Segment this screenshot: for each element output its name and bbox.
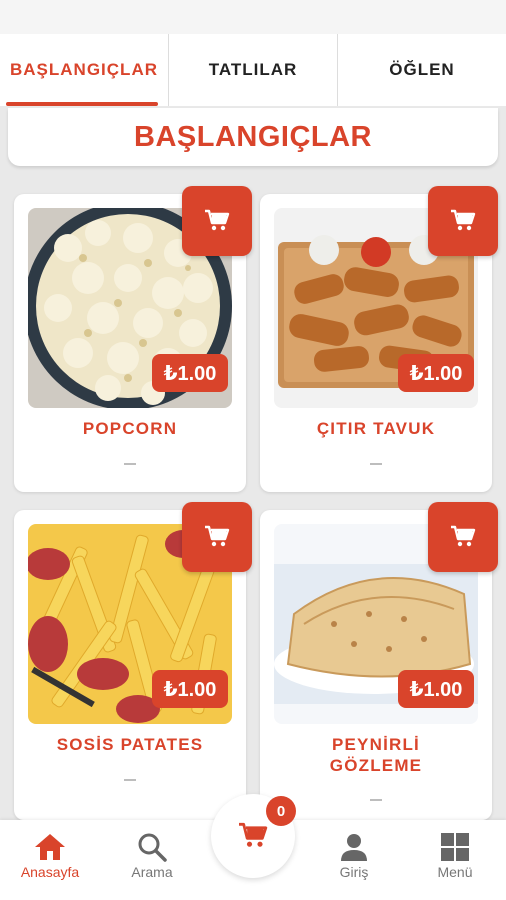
product-name: POPCORN (82, 419, 178, 438)
price-badge: ₺1.00 (152, 670, 228, 708)
product-description (124, 779, 136, 781)
product-name: PEYNİRLİ GÖZLEME (329, 735, 423, 775)
cart-count-badge: 0 (266, 796, 296, 826)
nav-label: Giriş (339, 864, 369, 880)
product-card[interactable]: ₺1.00 ÇITIR TAVUK (260, 186, 498, 492)
add-to-cart-button[interactable] (182, 502, 252, 572)
nav-menu[interactable]: Menü (405, 830, 505, 880)
price-badge: ₺1.00 (152, 354, 228, 392)
product-name: ÇITIR TAVUK (316, 419, 436, 438)
product-description (370, 799, 382, 801)
nav-home[interactable]: Anasayfa (0, 830, 100, 880)
person-icon (341, 834, 367, 861)
nav-label: Arama (131, 864, 173, 880)
product-card[interactable]: ₺1.00 PEYNİRLİ GÖZLEME (260, 502, 498, 820)
cart-icon (205, 525, 230, 547)
price-badge: ₺1.00 (398, 670, 474, 708)
cart-icon (239, 822, 268, 847)
price-badge: ₺1.00 (398, 354, 474, 392)
nav-label: Menü (437, 864, 473, 880)
nav-label: Anasayfa (20, 864, 80, 880)
tab-tatlilar[interactable]: TATLILAR (168, 34, 337, 106)
grid-icon (441, 833, 469, 861)
cart-icon (205, 209, 230, 231)
add-to-cart-button[interactable] (428, 186, 498, 256)
category-tabs: BAŞLANGIÇLAR TATLILAR ÖĞLEN (0, 34, 506, 106)
section-header: BAŞLANGIÇLAR (8, 108, 498, 166)
add-to-cart-button[interactable] (428, 502, 498, 572)
tab-oglen[interactable]: ÖĞLEN (337, 34, 506, 106)
product-description (370, 463, 382, 465)
nav-search[interactable]: Arama (102, 830, 202, 880)
product-card[interactable]: ₺1.00 POPCORN (14, 186, 252, 492)
cart-icon (451, 525, 476, 547)
section-title: BAŞLANGIÇLAR (134, 120, 372, 153)
tab-baslangiclar[interactable]: BAŞLANGIÇLAR (0, 34, 168, 106)
status-bar (0, 0, 506, 34)
cart-icon (451, 209, 476, 231)
add-to-cart-button[interactable] (182, 186, 252, 256)
product-card[interactable]: ₺1.00 SOSİS PATATES (14, 502, 252, 820)
search-icon (138, 833, 167, 862)
nav-login[interactable]: Giriş (304, 830, 404, 880)
product-description (124, 463, 136, 465)
home-icon (35, 834, 65, 860)
product-name: SOSİS PATATES (56, 735, 204, 754)
